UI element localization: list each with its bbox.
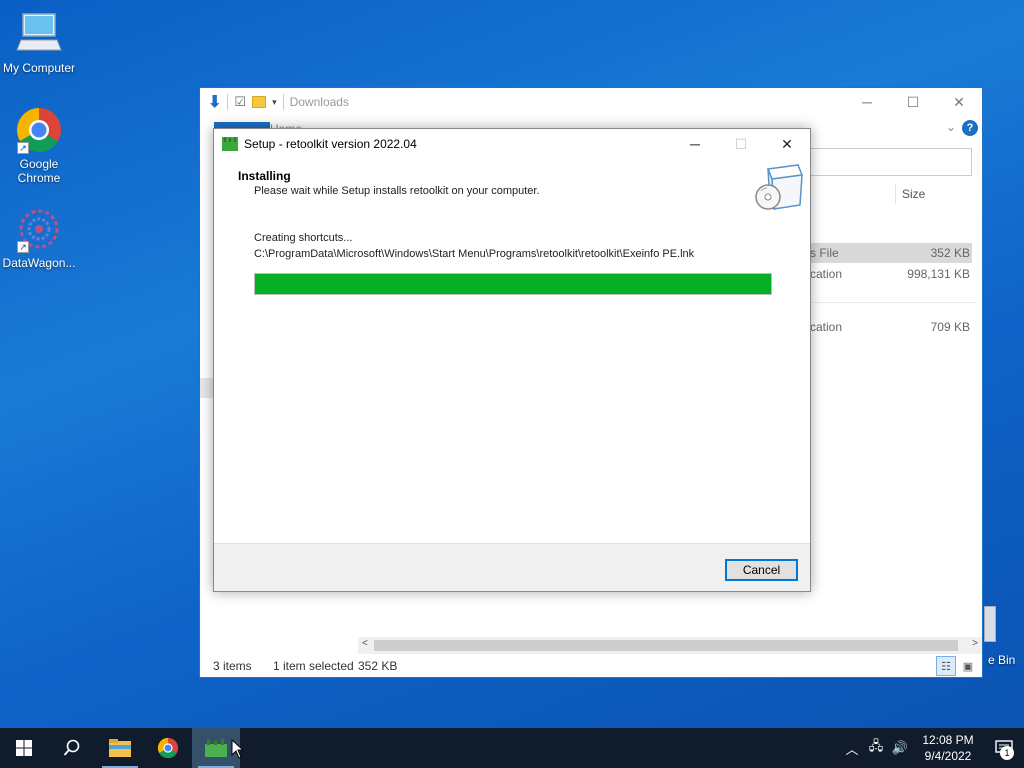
- install-status-text: Creating shortcuts...: [254, 232, 353, 244]
- ribbon-expand-chevron-icon[interactable]: ⌄: [946, 120, 956, 134]
- maximize-button: ☐: [734, 135, 748, 152]
- minimize-button[interactable]: ─: [672, 129, 718, 159]
- properties-icon[interactable]: ☑: [234, 94, 246, 110]
- volume-icon[interactable]: 🔊: [888, 740, 912, 756]
- scroll-right-icon[interactable]: >: [972, 638, 978, 649]
- taskbar-chrome[interactable]: [144, 728, 192, 768]
- datawagon-icon: ↗: [15, 205, 63, 253]
- setup-footer: Cancel: [214, 543, 810, 591]
- quick-access-download-icon[interactable]: ⬇: [208, 92, 221, 112]
- file-row[interactable]: s File 352 KB: [810, 243, 972, 263]
- install-current-file: C:\ProgramData\Microsoft\Windows\Start M…: [254, 248, 695, 260]
- search-input[interactable]: [810, 148, 972, 176]
- setup-window-title: Setup - retoolkit version 2022.04: [244, 137, 417, 151]
- titlebar-separator: [282, 94, 284, 110]
- view-mode-buttons: ☷ ▣: [936, 656, 978, 676]
- explorer-window-title: Downloads: [289, 95, 349, 109]
- cancel-button[interactable]: Cancel: [725, 559, 798, 581]
- setup-window-controls: ─ ☐ ✕: [672, 129, 810, 159]
- taskbar: ︿ 🖧 🔊 12:08 PM 9/4/2022 1: [0, 728, 1024, 768]
- close-button[interactable]: ✕: [764, 129, 810, 159]
- page-title: Installing: [238, 169, 291, 183]
- quick-access-dropdown-icon[interactable]: ▾: [272, 97, 277, 108]
- column-divider[interactable]: [895, 184, 896, 204]
- maximize-button[interactable]: ☐: [890, 88, 936, 116]
- taskbar-file-explorer[interactable]: [96, 728, 144, 768]
- nav-pane-selection: [200, 378, 214, 398]
- explorer-window-controls: ─ ☐ ✕: [844, 88, 982, 116]
- notification-count-badge: 1: [1000, 746, 1014, 760]
- search-button[interactable]: [48, 728, 96, 768]
- file-row[interactable]: cation 998,131 KB: [810, 264, 972, 284]
- chrome-icon: [157, 737, 179, 759]
- file-size: 709 KB: [930, 320, 970, 334]
- desktop-icon-label: My Computer: [2, 61, 76, 75]
- install-progress-bar: [254, 273, 772, 295]
- search-icon: [63, 739, 80, 756]
- setup-app-icon: [222, 137, 238, 151]
- desktop-icon-label: DataWagon...: [2, 256, 76, 270]
- column-header-size[interactable]: Size: [902, 187, 925, 201]
- retoolkit-setup-icon: [205, 739, 227, 757]
- scroll-left-icon[interactable]: <: [362, 638, 368, 649]
- column-header: Size: [810, 184, 976, 206]
- file-size: 352 KB: [930, 246, 970, 260]
- status-item-count: 3 items: [213, 659, 252, 673]
- minimize-button[interactable]: ─: [844, 88, 890, 116]
- help-icon[interactable]: ?: [962, 120, 978, 136]
- network-icon[interactable]: 🖧: [864, 737, 888, 759]
- desktop-icon-my-computer[interactable]: My Computer: [0, 10, 78, 75]
- setup-dialog[interactable]: Setup - retoolkit version 2022.04 ─ ☐ ✕ …: [213, 128, 811, 592]
- action-center-button[interactable]: 1: [984, 728, 1024, 768]
- file-type: s File: [810, 246, 839, 260]
- show-hidden-icons-chevron-icon[interactable]: ︿: [840, 739, 864, 758]
- horizontal-scrollbar[interactable]: < >: [358, 637, 982, 654]
- progress-fill: [255, 274, 771, 294]
- mouse-cursor-icon: [231, 739, 245, 759]
- titlebar-separator: [227, 94, 229, 110]
- clock-time: 12:08 PM: [922, 733, 974, 747]
- start-button[interactable]: [0, 728, 48, 768]
- taskbar-clock[interactable]: 12:08 PM 9/4/2022: [912, 732, 984, 764]
- file-size: 998,131 KB: [907, 267, 970, 281]
- group-separator: [810, 302, 976, 303]
- status-selected-size: 352 KB: [358, 659, 398, 673]
- status-selected-count: 1 item selected: [273, 659, 354, 673]
- install-box-icon: [754, 161, 806, 215]
- shortcut-arrow-icon: ↗: [17, 241, 29, 253]
- desktop-icon-label: e Bin: [988, 653, 1016, 667]
- desktop-icon-google-chrome[interactable]: ↗ Google Chrome: [0, 106, 78, 185]
- details-view-icon[interactable]: ☷: [936, 656, 956, 676]
- file-explorer-icon: [109, 739, 131, 757]
- shortcut-arrow-icon: ↗: [17, 142, 29, 154]
- large-icons-view-icon[interactable]: ▣: [958, 656, 978, 676]
- chrome-icon: ↗: [15, 106, 63, 154]
- scrollbar-thumb[interactable]: [374, 640, 958, 651]
- file-row[interactable]: cation 709 KB: [810, 317, 972, 337]
- status-bar: 3 items 1 item selected 352 KB ☷ ▣: [200, 655, 982, 677]
- system-tray: ︿ 🖧 🔊 12:08 PM 9/4/2022 1: [840, 728, 1024, 768]
- folder-icon[interactable]: [252, 96, 267, 108]
- file-type: cation: [810, 320, 843, 334]
- file-type: cation: [810, 267, 843, 281]
- clock-date: 9/4/2022: [924, 749, 972, 763]
- page-subtitle: Please wait while Setup installs retoolk…: [254, 185, 540, 197]
- desktop-icon-label: Google Chrome: [17, 157, 61, 185]
- computer-icon: [15, 10, 63, 58]
- windows-start-icon: [16, 740, 32, 756]
- desktop-icon-datawagon[interactable]: ↗ DataWagon...: [0, 205, 78, 270]
- close-button[interactable]: ✕: [936, 88, 982, 116]
- recycle-bin-icon: [984, 606, 996, 642]
